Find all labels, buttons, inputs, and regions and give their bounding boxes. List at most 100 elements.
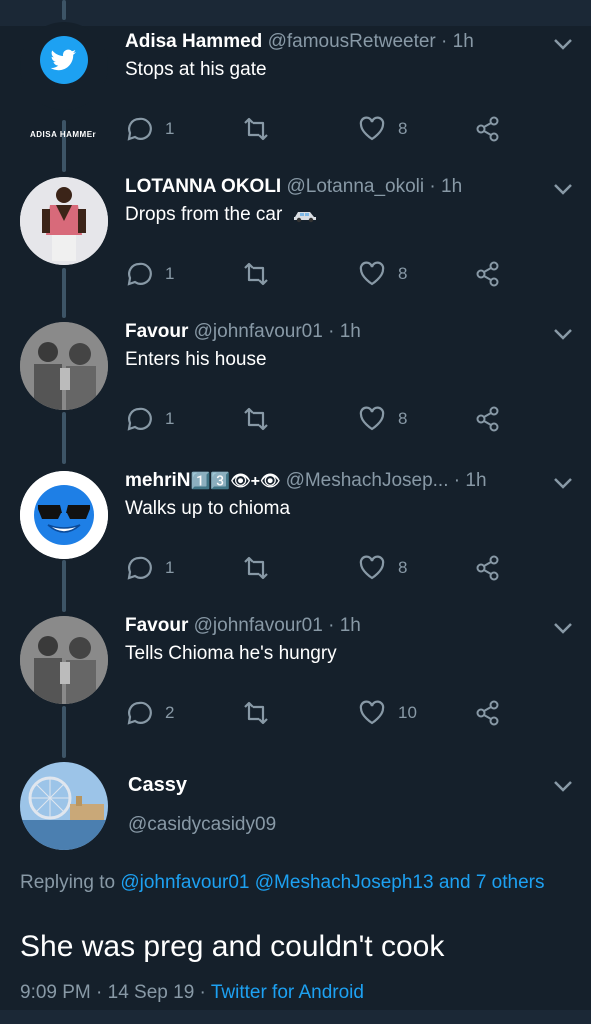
like-count: 10 [398, 703, 417, 722]
tweet-actions: 1 8 [125, 404, 545, 434]
tweet-header: Favour @johnfavour01 · 1h [125, 320, 545, 344]
replying-to: Replying to @johnfavour01 @MeshachJoseph… [20, 870, 560, 896]
display-name[interactable]: Favour [125, 321, 188, 342]
reply-count: 2 [165, 703, 175, 722]
like-count: 8 [398, 264, 408, 283]
share-button[interactable] [474, 114, 502, 144]
share-button[interactable] [474, 259, 502, 289]
separator: · [435, 31, 453, 52]
user-handle[interactable]: @MeshachJosep... [286, 470, 449, 491]
tweet-source-link[interactable]: Twitter for Android [211, 982, 364, 1003]
thread-line [62, 706, 66, 758]
share-icon [476, 555, 499, 581]
avatar[interactable] [20, 177, 108, 265]
like-button[interactable]: 10 [358, 698, 417, 728]
like-button[interactable]: 8 [358, 553, 407, 583]
retweet-icon [244, 556, 268, 580]
heart-icon [359, 116, 385, 141]
user-handle[interactable]: @famousRetweeter [268, 31, 436, 52]
tweet-text: Drops from the car [125, 203, 318, 227]
reply-count: 1 [165, 558, 175, 577]
display-name[interactable]: mehriN [125, 470, 190, 491]
retweet-button[interactable] [242, 553, 270, 583]
avatar[interactable] [20, 471, 108, 559]
like-button[interactable]: 8 [358, 259, 407, 289]
tweet-text: Stops at his gate [125, 59, 267, 80]
reply-button[interactable]: 2 [125, 698, 174, 728]
timestamp[interactable]: 1h [453, 31, 474, 52]
timestamp[interactable]: 1h [465, 470, 486, 491]
chevron-down-icon[interactable] [552, 620, 574, 636]
chevron-down-icon[interactable] [552, 326, 574, 342]
reply-button[interactable]: 1 [125, 114, 174, 144]
thread-line [62, 412, 66, 464]
tweet-header: LOTANNA OKOLI @Lotanna_okoli · 1h [125, 175, 545, 199]
separator: · [322, 615, 340, 636]
bottom-bar [0, 1010, 591, 1024]
retweet-icon [244, 701, 268, 725]
retweet-button[interactable] [242, 259, 270, 289]
thread-line [62, 268, 66, 318]
retweet-button[interactable] [242, 698, 270, 728]
thread-line [62, 120, 66, 172]
retweet-icon [244, 407, 268, 431]
heart-icon [359, 700, 385, 725]
avatar[interactable] [20, 762, 108, 850]
share-icon [476, 261, 499, 287]
top-bar [0, 0, 591, 26]
display-name[interactable]: Favour [125, 615, 188, 636]
avatar[interactable] [20, 616, 108, 704]
tweet-text: Enters his house [125, 349, 267, 370]
like-count: 8 [398, 558, 408, 577]
chevron-down-icon[interactable] [552, 181, 574, 197]
share-button[interactable] [474, 698, 502, 728]
tweet-header: Adisa Hammed @famousRetweeter · 1h [125, 30, 545, 54]
tweet-actions: 1 8 [125, 553, 545, 583]
chevron-down-icon[interactable] [552, 475, 574, 491]
tweet-header: mehriN1️⃣3️⃣👁+👁 @MeshachJosep... · 1h [125, 469, 545, 494]
retweet-icon [244, 262, 268, 286]
heart-icon [359, 261, 385, 286]
avatar[interactable] [20, 322, 108, 410]
timestamp[interactable]: 1h [441, 176, 462, 197]
retweet-button[interactable] [242, 114, 270, 144]
replying-to-link[interactable]: @johnfavour01 @MeshachJoseph13 and 7 oth… [120, 872, 544, 893]
like-button[interactable]: 8 [358, 404, 407, 434]
display-name[interactable]: Cassy [128, 774, 187, 797]
display-name[interactable]: Adisa Hammed [125, 31, 262, 52]
share-icon [476, 116, 499, 142]
user-handle[interactable]: @casidycasidy09 [128, 814, 276, 836]
share-button[interactable] [474, 553, 502, 583]
retweet-button[interactable] [242, 404, 270, 434]
car-icon [293, 211, 316, 223]
share-icon [476, 700, 499, 726]
thread-line [62, 560, 66, 612]
reply-button[interactable]: 1 [125, 553, 174, 583]
user-handle[interactable]: @johnfavour01 [194, 321, 323, 342]
chevron-down-icon[interactable] [552, 778, 574, 794]
heart-icon [359, 406, 385, 431]
display-name[interactable]: LOTANNA OKOLI [125, 176, 281, 197]
reply-button[interactable]: 1 [125, 259, 174, 289]
avatar[interactable] [20, 22, 108, 110]
like-button[interactable]: 8 [358, 114, 407, 144]
tweet-text: Walks up to chioma [125, 498, 291, 519]
timestamp[interactable]: 1h [340, 321, 361, 342]
tweet-text-content: Drops from the car [125, 204, 283, 225]
like-count: 8 [398, 119, 408, 138]
avatar-caption: ADISA HAMMEr [30, 130, 97, 139]
share-icon [476, 406, 499, 432]
separator: · [322, 321, 340, 342]
timestamp[interactable]: 1h [340, 615, 361, 636]
reply-icon [127, 701, 152, 725]
share-button[interactable] [474, 404, 502, 434]
thread-line [62, 0, 66, 20]
reply-count: 1 [165, 264, 175, 283]
user-handle[interactable]: @Lotanna_okoli [286, 176, 424, 197]
reply-button[interactable]: 1 [125, 404, 174, 434]
display-name-emoji: 1️⃣3️⃣👁+👁 [190, 473, 281, 490]
chevron-down-icon[interactable] [552, 36, 574, 52]
user-handle[interactable]: @johnfavour01 [194, 615, 323, 636]
reply-icon [127, 262, 152, 286]
tweet-actions: 1 8 [125, 114, 545, 144]
